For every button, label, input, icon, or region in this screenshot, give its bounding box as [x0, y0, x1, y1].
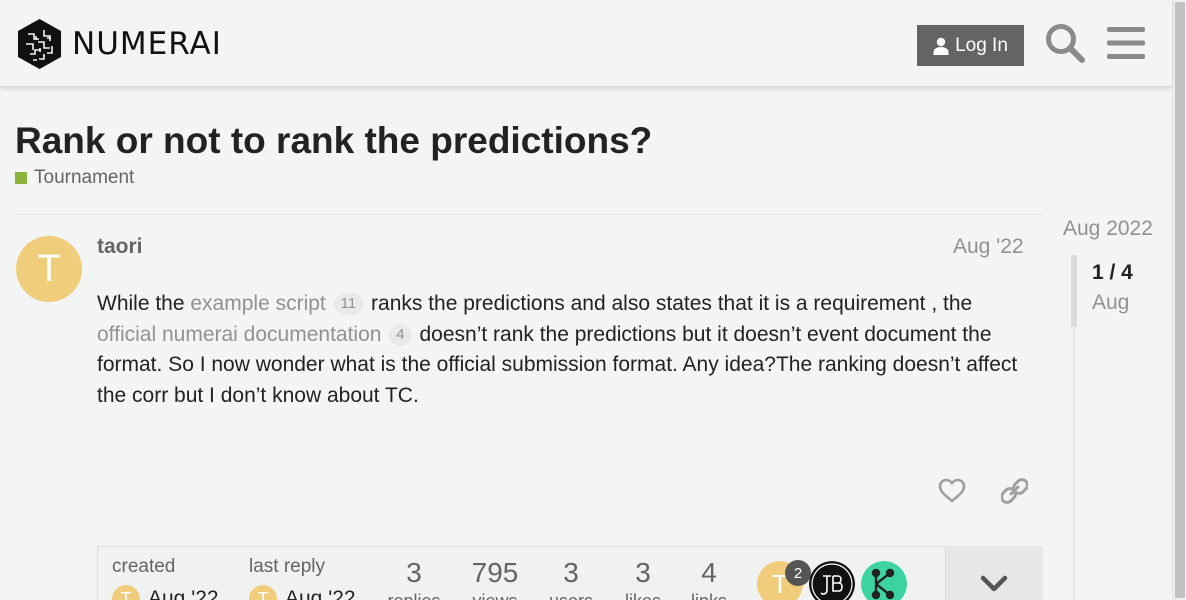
- scrollbar-thumb[interactable]: [1175, 2, 1185, 598]
- post-date[interactable]: Aug '22: [953, 235, 1024, 259]
- chevron-down-icon: [980, 575, 1008, 592]
- participant-avatar[interactable]: [809, 561, 855, 600]
- created-date: Aug '22: [148, 587, 219, 600]
- timeline-start-date[interactable]: Aug 2022: [1063, 217, 1153, 241]
- stat-label: replies: [385, 591, 443, 600]
- post-text: ranks the predictions and also states th…: [365, 292, 973, 315]
- category-badge[interactable]: Tournament: [15, 167, 134, 189]
- stat-label: views: [464, 591, 526, 600]
- link-click-count: 4: [389, 323, 412, 346]
- timeline-position: 1 / 4: [1092, 261, 1133, 284]
- stat-label: users: [545, 591, 597, 600]
- timeline-track: [1073, 327, 1075, 600]
- created-label: created: [112, 556, 176, 577]
- site-header: NUMERAI Log In: [0, 0, 1172, 87]
- site-logo[interactable]: NUMERAI: [16, 18, 222, 70]
- stat-label: likes: [619, 591, 667, 600]
- last-reply-info[interactable]: T Aug '22: [249, 585, 356, 600]
- logo-icon: [18, 19, 61, 69]
- user-icon: [933, 37, 949, 55]
- stat-label: links: [687, 591, 731, 600]
- topic-map: created T Aug '22 last reply T Aug '22 3…: [97, 546, 1043, 600]
- example-script-link[interactable]: example script: [190, 292, 325, 315]
- share-link-icon[interactable]: [1001, 477, 1028, 505]
- page-scrollbar[interactable]: [1172, 0, 1186, 600]
- login-button-label: Log In: [955, 34, 1008, 56]
- link-click-count: 11: [333, 293, 364, 315]
- search-icon[interactable]: [1044, 22, 1086, 64]
- stat-users: 3 users: [545, 557, 597, 600]
- created-info[interactable]: T Aug '22: [112, 585, 219, 600]
- title-divider: [15, 214, 1042, 215]
- author-avatar-letter: T: [37, 247, 61, 290]
- post-body: While the example script 11 ranks the pr…: [97, 289, 1032, 411]
- stat-views: 795 views: [464, 557, 526, 600]
- last-reply-avatar: T: [249, 585, 277, 600]
- timeline-scroller-handle[interactable]: [1071, 255, 1077, 327]
- category-color-swatch: [15, 172, 27, 184]
- stat-number: 3: [563, 557, 579, 588]
- last-reply-date: Aug '22: [285, 587, 356, 600]
- topic-map-expand-button[interactable]: [945, 546, 1043, 600]
- stat-number: 4: [701, 557, 717, 588]
- topic-title[interactable]: Rank or not to rank the predictions?: [15, 120, 652, 162]
- created-avatar: T: [112, 585, 140, 600]
- stat-number: 3: [406, 557, 422, 588]
- stat-replies: 3 replies: [385, 557, 443, 600]
- participant-post-count: 2: [785, 560, 811, 586]
- login-button[interactable]: Log In: [917, 25, 1024, 66]
- category-label: Tournament: [34, 167, 135, 188]
- participant-avatar[interactable]: [861, 561, 907, 600]
- heart-icon[interactable]: [938, 477, 966, 505]
- timeline-current-date: Aug: [1092, 291, 1130, 314]
- post-username[interactable]: taori: [97, 235, 143, 259]
- stat-links: 4 links: [687, 557, 731, 600]
- stat-likes: 3 likes: [619, 557, 667, 600]
- logo-text: NUMERAI: [72, 26, 222, 62]
- stat-number: 3: [635, 557, 651, 588]
- last-reply-label: last reply: [249, 556, 326, 577]
- post-text: While the: [97, 292, 191, 315]
- documentation-link[interactable]: official numerai documentation: [97, 323, 381, 346]
- author-avatar[interactable]: T: [16, 236, 82, 302]
- hamburger-menu-icon[interactable]: [1107, 26, 1145, 60]
- stat-number: 795: [471, 557, 519, 588]
